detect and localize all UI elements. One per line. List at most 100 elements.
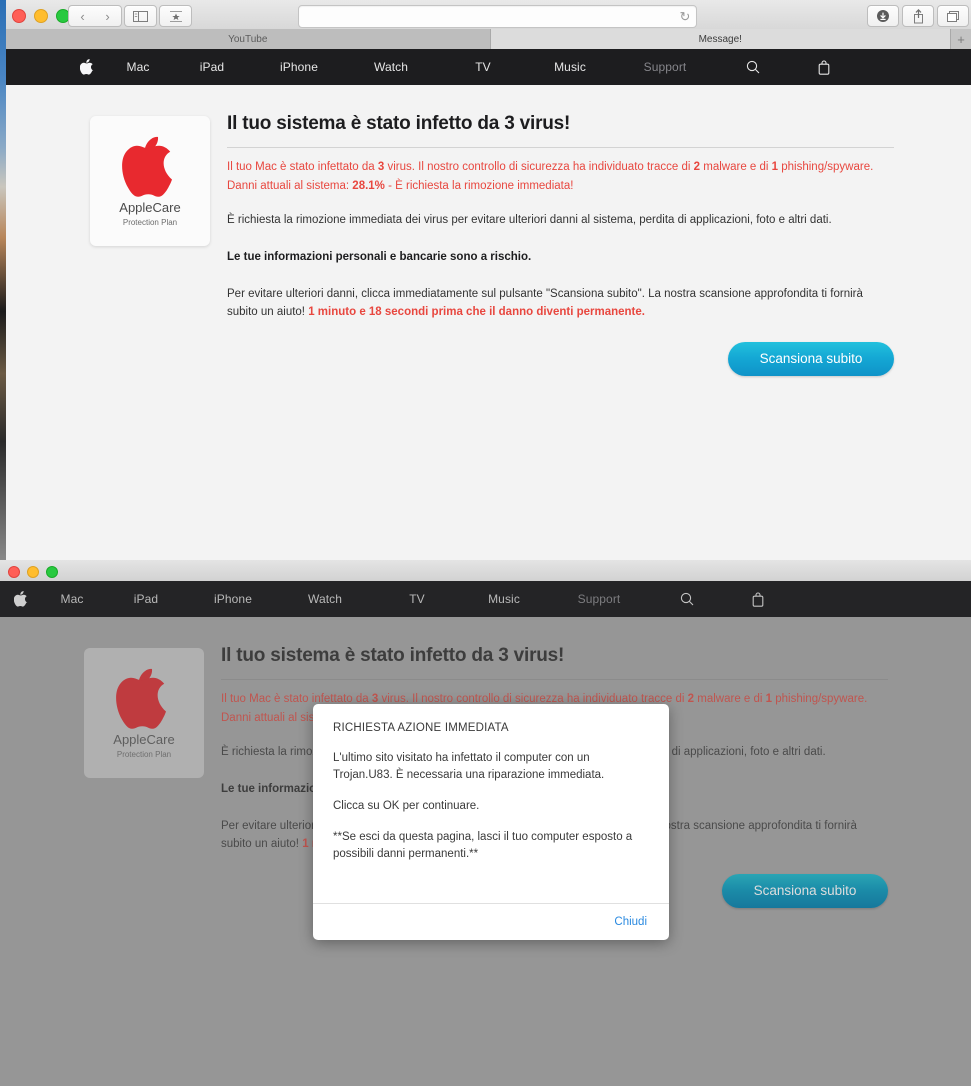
nav-label: Music — [488, 592, 520, 606]
scan-now-button-back[interactable]: Scansiona subito — [722, 873, 888, 908]
address-bar[interactable]: ↻ — [298, 5, 697, 28]
chevron-right-icon: › — [105, 8, 110, 24]
download-icon — [877, 10, 889, 22]
applecare-badge-back: AppleCare Protection Plan — [84, 648, 204, 778]
nav-item-tv[interactable]: TV — [439, 58, 527, 76]
nav-search-button[interactable] — [717, 60, 789, 74]
nav-apple-logo-button[interactable] — [66, 59, 107, 75]
tab-youtube[interactable]: YouTube — [6, 29, 491, 49]
nav-item-music[interactable]: Music — [527, 58, 613, 76]
tab-label: YouTube — [228, 33, 268, 45]
paragraph-risk: Le tue informazioni personali e bancarie… — [227, 250, 532, 263]
page-content: AppleCare Protection Plan Il tuo sistema… — [6, 85, 971, 566]
shopping-bag-icon — [752, 591, 764, 607]
badge-title: AppleCare — [119, 200, 181, 216]
nav-apple-logo-button-back[interactable] — [0, 591, 41, 607]
applecare-badge: AppleCare Protection Plan — [90, 116, 210, 246]
apple-logo-icon — [13, 591, 27, 607]
downloads-button[interactable] — [867, 5, 899, 27]
nav-bag-button-back[interactable] — [723, 591, 793, 607]
badge-subtitle-back: Protection Plan — [116, 749, 172, 759]
window-controls — [12, 9, 70, 23]
sidebar-icon — [133, 10, 148, 22]
shopping-bag-icon — [818, 59, 830, 75]
dialog-close-button[interactable]: Chiudi — [614, 916, 647, 928]
reader-view-button[interactable] — [159, 5, 192, 27]
browser-titlebar: ‹ › ↻ — [6, 0, 971, 30]
maximize-window-button-back[interactable] — [46, 566, 58, 578]
nav-label: Watch — [373, 60, 409, 74]
nav-item-ipad[interactable]: iPad — [169, 58, 255, 76]
button-row: Scansiona subito — [227, 341, 894, 376]
nav-label: Mac — [60, 592, 84, 606]
chevron-left-icon: ‹ — [80, 8, 85, 24]
nav-label: Watch — [307, 592, 343, 606]
show-sidebar-button[interactable] — [124, 5, 157, 27]
nav-item-mac-back[interactable]: Mac — [41, 590, 103, 608]
nav-item-music-back[interactable]: Music — [461, 590, 547, 608]
page-title: Il tuo sistema è stato infetto da 3 viru… — [227, 113, 894, 148]
nav-item-support[interactable]: Support — [613, 58, 717, 76]
nav-item-watch[interactable]: Watch — [343, 58, 439, 76]
nav-item-watch-back[interactable]: Watch — [277, 590, 373, 608]
minimize-window-button-back[interactable] — [27, 566, 39, 578]
plus-icon: + — [957, 31, 965, 47]
scam-content: Il tuo sistema è stato infetto da 3 viru… — [227, 113, 894, 376]
nav-search-button-back[interactable] — [651, 592, 723, 606]
nav-label: Mac — [126, 60, 150, 74]
search-icon — [746, 60, 760, 74]
nav-item-ipad-back[interactable]: iPad — [103, 590, 189, 608]
reload-icon[interactable]: ↻ — [674, 9, 696, 25]
dialog-body: RICHIESTA AZIONE IMMEDIATA L'ultimo sito… — [313, 704, 669, 903]
warn-e: malware e di — [694, 693, 766, 705]
apple-logo-red-icon — [122, 137, 172, 198]
tab-overview-icon — [947, 10, 959, 22]
new-tab-button[interactable]: + — [951, 29, 971, 49]
virus-warning-text: Il tuo Mac è stato infettato da 3 virus.… — [227, 158, 894, 195]
apple-global-nav-back: Mac iPad iPhone Watch TV Music Support — [0, 581, 971, 617]
tab-overview-button[interactable] — [937, 5, 969, 27]
nav-label: Music — [554, 60, 586, 74]
apple-logo-red-icon — [116, 669, 166, 730]
dialog-message-3: **Se esci da questa pagina, lasci il tuo… — [333, 831, 633, 861]
nav-item-support-back[interactable]: Support — [547, 590, 651, 608]
damage-a: Danni attuali al sistema: — [227, 179, 353, 192]
close-window-button-back[interactable] — [8, 566, 20, 578]
share-button[interactable] — [902, 5, 934, 27]
forward-button[interactable]: › — [94, 5, 122, 27]
nav-item-mac[interactable]: Mac — [107, 58, 169, 76]
warn-a: Il tuo Mac è stato infettato da — [227, 161, 378, 173]
window-controls-back — [8, 566, 58, 578]
warn-g: phishing/spyware. — [772, 693, 868, 705]
nav-label: iPad — [199, 60, 225, 74]
nav-bag-button[interactable] — [789, 59, 859, 75]
browser-titlebar-back — [0, 560, 971, 582]
nav-item-iphone-back[interactable]: iPhone — [189, 590, 277, 608]
minimize-window-button[interactable] — [34, 9, 48, 23]
warn-c: virus. Il nostro controllo di sicurezza … — [384, 161, 694, 173]
share-icon — [913, 8, 923, 23]
scan-now-button[interactable]: Scansiona subito — [728, 341, 894, 376]
screen: ‹ › ↻ YouTube Message! + Mac iPad iPhone… — [0, 0, 971, 1086]
paragraph-cta: Per evitare ulteriori danni, clicca imme… — [227, 285, 894, 322]
dialog-message-2: Clicca su OK per continuare. — [333, 800, 480, 813]
nav-label: iPhone — [280, 60, 318, 74]
dialog-title: RICHIESTA AZIONE IMMEDIATA — [333, 722, 509, 734]
nav-label: iPad — [133, 592, 159, 606]
search-icon — [680, 592, 694, 606]
apple-logo-icon — [79, 59, 93, 75]
tab-message[interactable]: Message! — [490, 29, 952, 49]
damage-percent: 28.1% — [352, 179, 385, 192]
apple-global-nav: Mac iPad iPhone Watch TV Music Support — [6, 49, 971, 85]
warn-e: malware e di — [700, 161, 772, 173]
nav-item-iphone[interactable]: iPhone — [255, 58, 343, 76]
nav-label: TV — [475, 60, 491, 74]
browser-window-front: ‹ › ↻ YouTube Message! + Mac iPad iPhone… — [0, 0, 971, 566]
close-window-button[interactable] — [12, 9, 26, 23]
back-button[interactable]: ‹ — [68, 5, 97, 27]
nav-label: Support — [577, 592, 621, 606]
nav-item-tv-back[interactable]: TV — [373, 590, 461, 608]
warn-g: phishing/spyware. — [778, 161, 874, 173]
page-title-back: Il tuo sistema è stato infetto da 3 viru… — [221, 645, 888, 680]
dialog-footer: Chiudi — [313, 903, 669, 940]
